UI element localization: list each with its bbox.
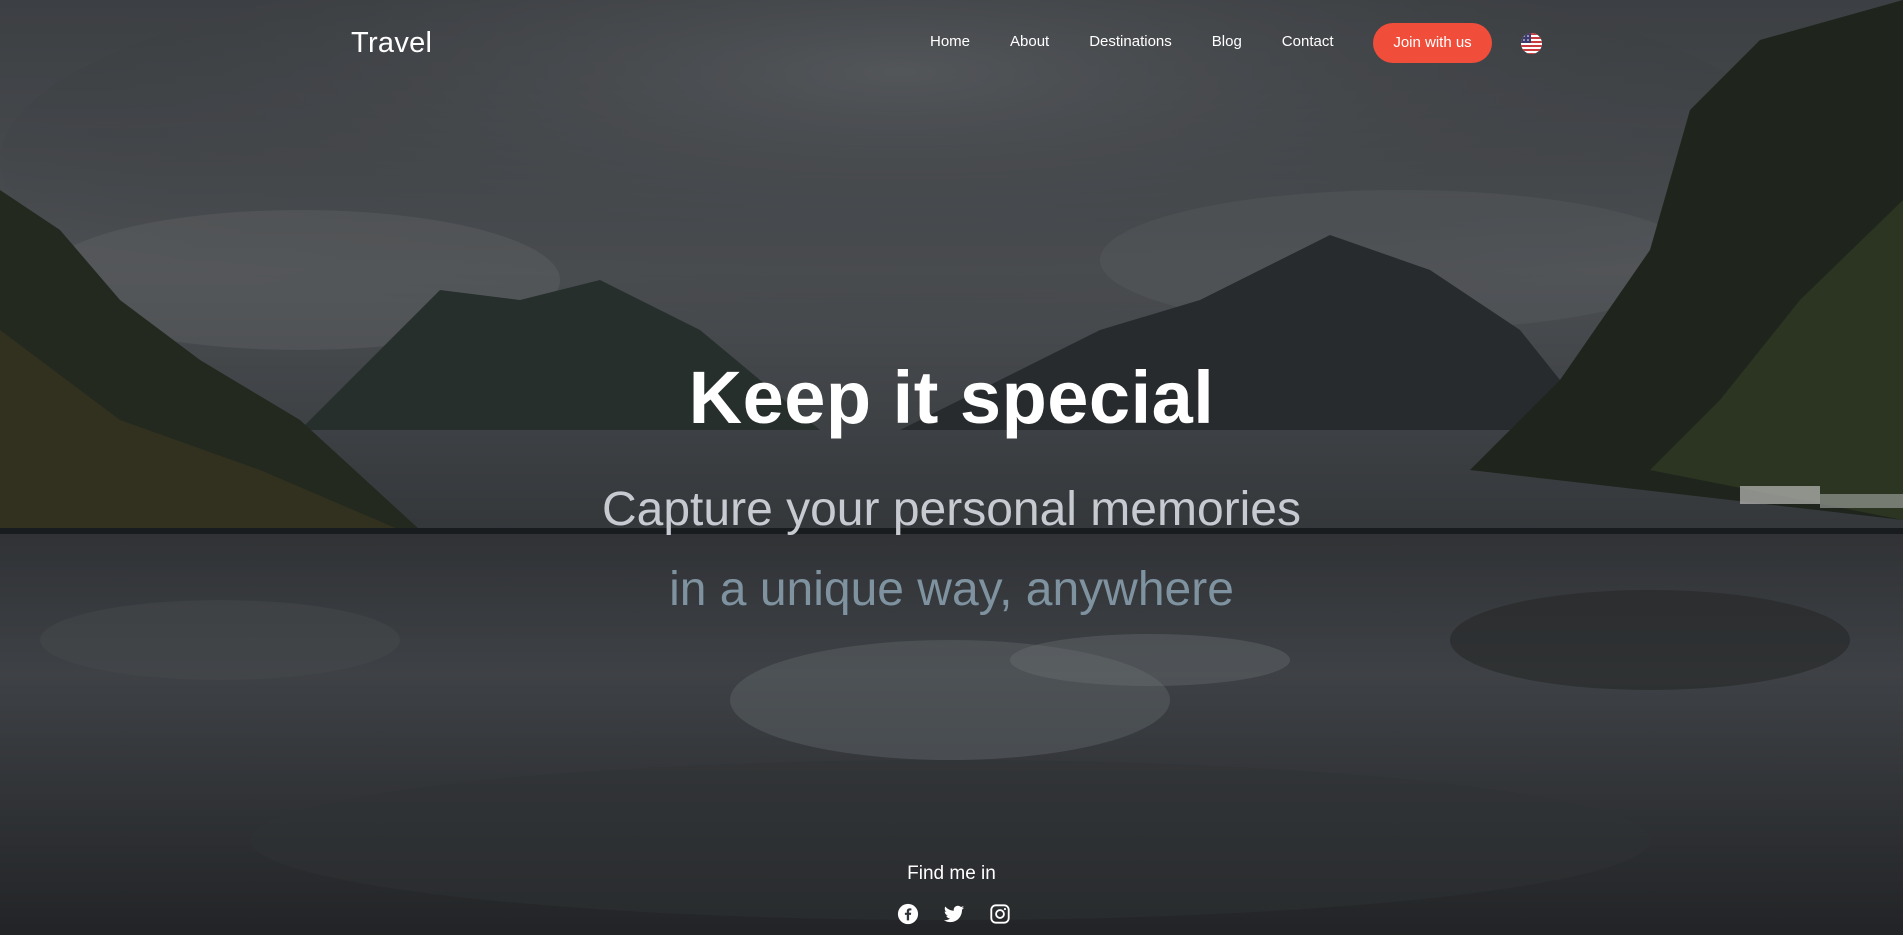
hero-subline-2: in a unique way, anywhere [669, 563, 1234, 616]
hero-headline: Keep it special [688, 356, 1215, 439]
social-links [897, 903, 1011, 925]
us-flag-icon[interactable] [1521, 33, 1542, 54]
social-title: Find me in [907, 863, 996, 884]
background-image [0, 0, 1903, 935]
brand-logo[interactable]: Travel [351, 27, 432, 60]
facebook-icon[interactable] [897, 903, 919, 925]
nav-about[interactable]: About [1010, 33, 1049, 50]
instagram-icon[interactable] [989, 903, 1011, 925]
hero-section: Travel Home About Destinations Blog Cont… [0, 0, 1903, 935]
nav-destinations[interactable]: Destinations [1089, 33, 1172, 50]
nav-contact[interactable]: Contact [1282, 33, 1334, 50]
nav-blog[interactable]: Blog [1212, 33, 1242, 50]
hero-subline-1: Capture your personal memories [602, 483, 1301, 536]
join-button[interactable]: Join with us [1373, 23, 1492, 63]
twitter-icon[interactable] [943, 903, 965, 925]
nav-home[interactable]: Home [930, 33, 970, 50]
navbar: Travel Home About Destinations Blog Cont… [0, 0, 1903, 88]
nav-links: Home About Destinations Blog Contact [930, 33, 1334, 50]
